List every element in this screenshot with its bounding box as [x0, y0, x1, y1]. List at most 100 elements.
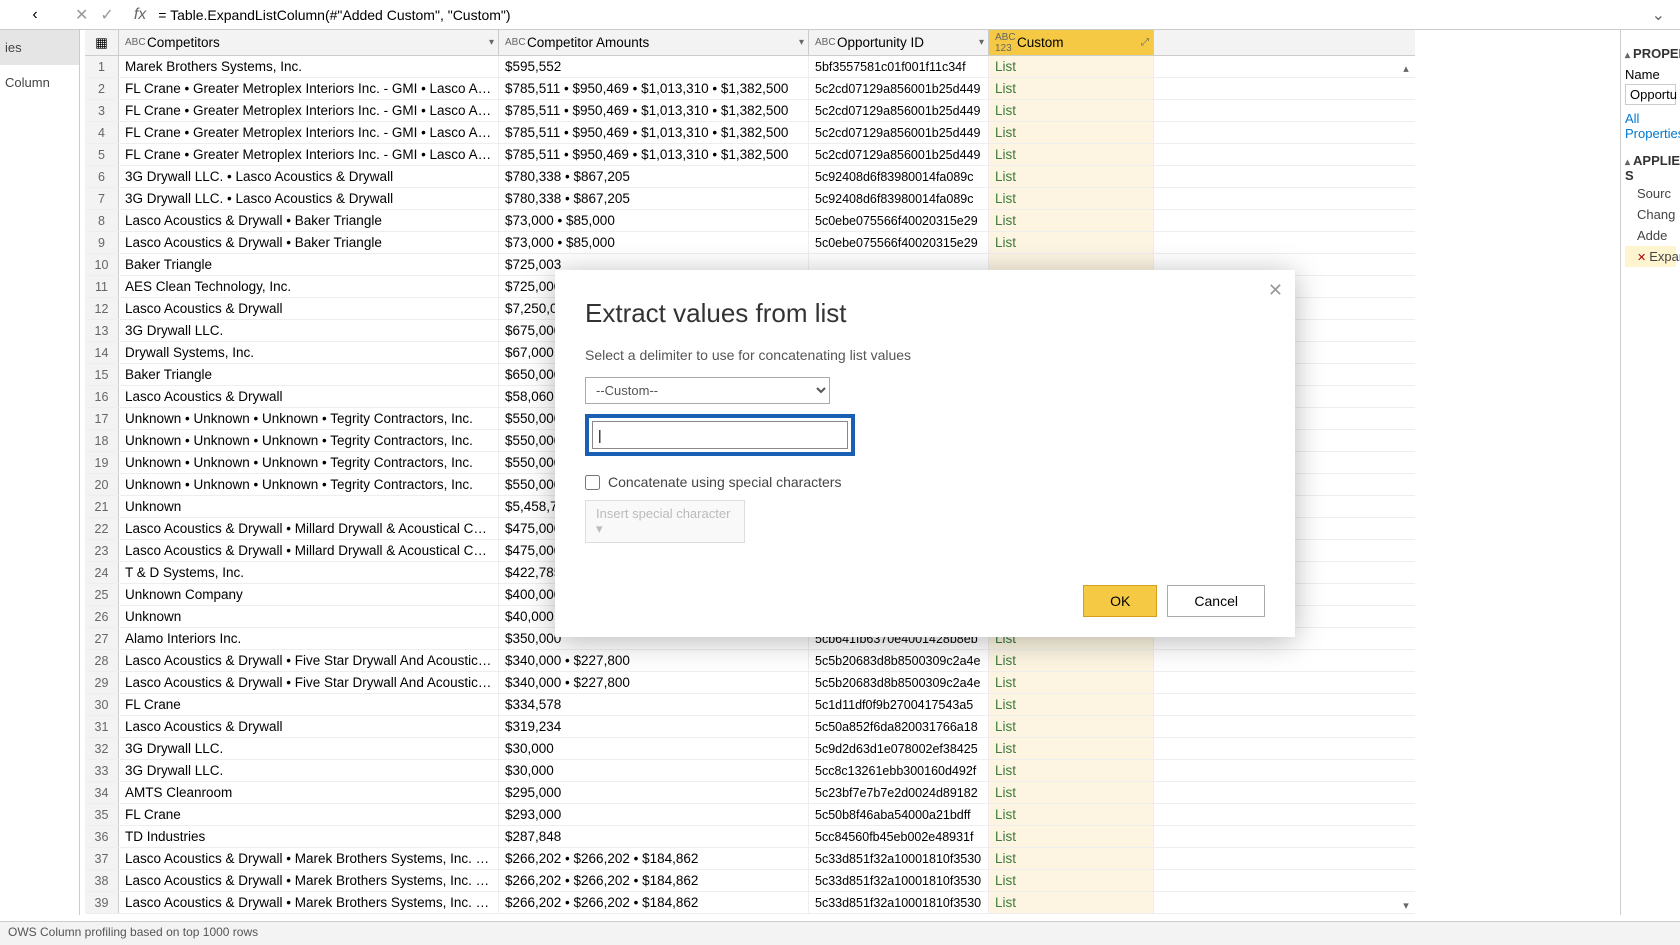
cell-competitors[interactable]: FL Crane • Greater Metroplex Interiors I… [119, 122, 499, 143]
cell-amounts[interactable]: $293,000 [499, 804, 809, 825]
cell-opportunity[interactable]: 5c5b20683d8b8500309c2a4e [809, 650, 989, 671]
custom-delimiter-input[interactable] [592, 421, 848, 449]
table-row[interactable]: 5FL Crane • Greater Metroplex Interiors … [85, 144, 1415, 166]
vertical-scrollbar[interactable]: ▴ ▾ [1397, 60, 1415, 915]
cell-custom[interactable]: List [989, 166, 1154, 187]
column-header-competitors[interactable]: ABC Competitors ▾ [119, 30, 499, 55]
table-row[interactable]: 4FL Crane • Greater Metroplex Interiors … [85, 122, 1415, 144]
table-row[interactable]: 3FL Crane • Greater Metroplex Interiors … [85, 100, 1415, 122]
cell-amounts[interactable]: $785,511 • $950,469 • $1,013,310 • $1,38… [499, 144, 809, 165]
column-header-amounts[interactable]: ABC Competitor Amounts ▾ [499, 30, 809, 55]
cell-competitors[interactable]: Baker Triangle [119, 364, 499, 385]
cell-competitors[interactable]: FL Crane • Greater Metroplex Interiors I… [119, 100, 499, 121]
table-row[interactable]: 333G Drywall LLC.$30,0005cc8c13261ebb300… [85, 760, 1415, 782]
cell-competitors[interactable]: TD Industries [119, 826, 499, 847]
cell-opportunity[interactable]: 5c9d2d63d1e078002ef38425 [809, 738, 989, 759]
cell-amounts[interactable]: $287,848 [499, 826, 809, 847]
formula-expand-icon[interactable]: ⌄ [1642, 5, 1675, 25]
cell-opportunity[interactable]: 5c0ebe075566f40020315e29 [809, 210, 989, 231]
cell-competitors[interactable]: Lasco Acoustics & Drywall [119, 386, 499, 407]
cell-opportunity[interactable]: 5c2cd07129a856001b25d449 [809, 78, 989, 99]
cell-custom[interactable]: List [989, 78, 1154, 99]
cell-opportunity[interactable]: 5c50b8f46aba54000a21bdff [809, 804, 989, 825]
cell-competitors[interactable]: Lasco Acoustics & Drywall • Millard Dryw… [119, 540, 499, 561]
cell-competitors[interactable]: 3G Drywall LLC. [119, 320, 499, 341]
cell-opportunity[interactable]: 5c0ebe075566f40020315e29 [809, 232, 989, 253]
collapse-icon[interactable]: ▴ [1625, 50, 1630, 61]
cell-opportunity[interactable]: 5c92408d6f83980014fa089c [809, 166, 989, 187]
table-row[interactable]: 28Lasco Acoustics & Drywall • Five Star … [85, 650, 1415, 672]
filter-icon[interactable]: ▾ [979, 37, 984, 48]
cell-competitors[interactable]: Lasco Acoustics & Drywall • Marek Brothe… [119, 870, 499, 891]
cell-custom[interactable]: List [989, 892, 1154, 913]
table-row[interactable]: 38Lasco Acoustics & Drywall • Marek Brot… [85, 870, 1415, 892]
cell-amounts[interactable]: $30,000 [499, 760, 809, 781]
cell-competitors[interactable]: Lasco Acoustics & Drywall • Marek Brothe… [119, 848, 499, 869]
cell-opportunity[interactable]: 5bf3557581c01f001f11c34f [809, 56, 989, 77]
cell-opportunity[interactable]: 5c1d11df0f9b2700417543a5 [809, 694, 989, 715]
cell-competitors[interactable]: FL Crane [119, 694, 499, 715]
applied-step[interactable]: Chang [1625, 204, 1676, 225]
cell-amounts[interactable]: $780,338 • $867,205 [499, 188, 809, 209]
cell-competitors[interactable]: Unknown Company [119, 584, 499, 605]
cell-competitors[interactable]: Unknown • Unknown • Unknown • Tegrity Co… [119, 430, 499, 451]
cell-custom[interactable]: List [989, 56, 1154, 77]
query-item[interactable]: Column [0, 65, 79, 100]
cell-custom[interactable]: List [989, 738, 1154, 759]
cell-competitors[interactable]: Unknown [119, 496, 499, 517]
cell-custom[interactable]: List [989, 188, 1154, 209]
cell-amounts[interactable]: $334,578 [499, 694, 809, 715]
cell-amounts[interactable]: $785,511 • $950,469 • $1,013,310 • $1,38… [499, 100, 809, 121]
discard-icon[interactable]: ✕ [75, 5, 88, 25]
table-row[interactable]: 35FL Crane$293,0005c50b8f46aba54000a21bd… [85, 804, 1415, 826]
column-header-opportunity[interactable]: ABC Opportunity ID ▾ [809, 30, 989, 55]
table-row[interactable]: 39Lasco Acoustics & Drywall • Marek Brot… [85, 892, 1415, 914]
cell-opportunity[interactable]: 5c92408d6f83980014fa089c [809, 188, 989, 209]
cancel-button[interactable]: Cancel [1167, 585, 1265, 617]
cell-custom[interactable]: List [989, 716, 1154, 737]
cell-competitors[interactable]: 3G Drywall LLC. [119, 738, 499, 759]
cell-competitors[interactable]: Lasco Acoustics & Drywall • Five Star Dr… [119, 650, 499, 671]
collapse-icon[interactable]: ▴ [1625, 157, 1630, 168]
cell-amounts[interactable]: $785,511 • $950,469 • $1,013,310 • $1,38… [499, 78, 809, 99]
cell-custom[interactable]: List [989, 144, 1154, 165]
cell-amounts[interactable]: $30,000 [499, 738, 809, 759]
cell-competitors[interactable]: Baker Triangle [119, 254, 499, 275]
cell-competitors[interactable]: Marek Brothers Systems, Inc. [119, 56, 499, 77]
table-row[interactable]: 63G Drywall LLC. • Lasco Acoustics & Dry… [85, 166, 1415, 188]
cell-custom[interactable]: List [989, 694, 1154, 715]
table-row[interactable]: 2FL Crane • Greater Metroplex Interiors … [85, 78, 1415, 100]
cell-opportunity[interactable]: 5c33d851f32a10001810f3530 [809, 848, 989, 869]
nav-back-icon[interactable]: ‹ [5, 6, 65, 24]
cell-custom[interactable]: List [989, 804, 1154, 825]
cell-competitors[interactable]: Unknown • Unknown • Unknown • Tegrity Co… [119, 408, 499, 429]
delete-step-icon[interactable]: ✕ [1637, 252, 1646, 264]
table-row[interactable]: 36TD Industries$287,8485cc84560fb45eb002… [85, 826, 1415, 848]
cell-opportunity[interactable]: 5c2cd07129a856001b25d449 [809, 122, 989, 143]
cell-opportunity[interactable]: 5c33d851f32a10001810f3530 [809, 870, 989, 891]
cell-amounts[interactable]: $319,234 [499, 716, 809, 737]
cell-amounts[interactable]: $73,000 • $85,000 [499, 210, 809, 231]
cell-competitors[interactable]: Lasco Acoustics & Drywall [119, 716, 499, 737]
table-row[interactable]: 73G Drywall LLC. • Lasco Acoustics & Dry… [85, 188, 1415, 210]
cell-amounts[interactable]: $340,000 • $227,800 [499, 672, 809, 693]
cell-opportunity[interactable]: 5c2cd07129a856001b25d449 [809, 100, 989, 121]
scroll-up-icon[interactable]: ▴ [1397, 60, 1415, 78]
delimiter-dropdown[interactable]: --Custom-- [585, 377, 830, 404]
cell-amounts[interactable]: $780,338 • $867,205 [499, 166, 809, 187]
commit-icon[interactable]: ✓ [100, 5, 113, 25]
cell-competitors[interactable]: Lasco Acoustics & Drywall [119, 298, 499, 319]
cell-competitors[interactable]: Unknown • Unknown • Unknown • Tegrity Co… [119, 452, 499, 473]
cell-amounts[interactable]: $266,202 • $266,202 • $184,862 [499, 848, 809, 869]
cell-competitors[interactable]: FL Crane • Greater Metroplex Interiors I… [119, 144, 499, 165]
cell-custom[interactable]: List [989, 782, 1154, 803]
table-row[interactable]: 8Lasco Acoustics & Drywall • Baker Trian… [85, 210, 1415, 232]
query-name-input[interactable]: Opportu [1625, 84, 1676, 105]
cell-competitors[interactable]: Unknown • Unknown • Unknown • Tegrity Co… [119, 474, 499, 495]
fx-icon[interactable]: fx [134, 6, 146, 24]
cell-competitors[interactable]: Lasco Acoustics & Drywall • Baker Triang… [119, 232, 499, 253]
cell-competitors[interactable]: FL Crane [119, 804, 499, 825]
cell-custom[interactable]: List [989, 122, 1154, 143]
cell-amounts[interactable]: $295,000 [499, 782, 809, 803]
table-row[interactable]: 29Lasco Acoustics & Drywall • Five Star … [85, 672, 1415, 694]
